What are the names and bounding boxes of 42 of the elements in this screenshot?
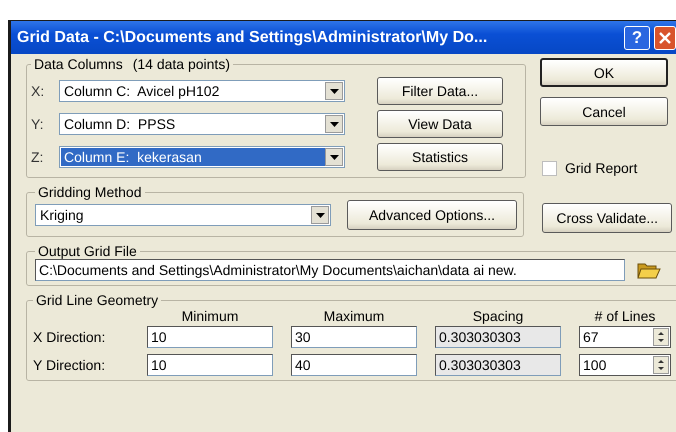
dialog-button[interactable]: OK bbox=[540, 58, 668, 87]
window-title: Grid Data - C:\Documents and Settings\Administrator\My Do... bbox=[17, 28, 488, 46]
checkbox[interactable] bbox=[542, 160, 557, 176]
close-icon bbox=[658, 30, 672, 44]
dropdown-value: Kriging bbox=[39, 206, 85, 224]
group-label: Output Grid File bbox=[38, 243, 137, 259]
group-label: Gridding Method bbox=[38, 184, 142, 200]
dropdown-value: Column E: kekerasan bbox=[61, 148, 325, 166]
method-dropdown[interactable]: Kriging bbox=[35, 204, 331, 226]
column-header: Spacing bbox=[472, 308, 524, 324]
file-path-field[interactable]: C:\Documents and Settings\Administrator\My Documents\aichan\data ai new. bbox=[35, 259, 625, 281]
spacing-field: 0.303030303 bbox=[435, 326, 561, 348]
spacing-field: 0.303030303 bbox=[435, 354, 561, 376]
dropdown-value: Column C: Avicel pH102 bbox=[63, 82, 220, 100]
minimum-field[interactable]: 10 bbox=[147, 354, 273, 376]
group-label: Data Columns bbox=[34, 56, 123, 72]
dialog-button[interactable]: Statistics bbox=[377, 143, 503, 171]
column-header: # of Lines bbox=[594, 308, 656, 324]
column-header: Minimum bbox=[180, 308, 240, 324]
column-header: Maximum bbox=[322, 308, 386, 324]
dialog-button[interactable]: Cancel bbox=[540, 97, 668, 126]
dropdown-value: Column D: PPSS bbox=[63, 115, 176, 133]
checkbox-label: Grid Report bbox=[565, 160, 638, 176]
data-point-count: (14 data points) bbox=[132, 56, 230, 72]
minimum-field[interactable]: 10 bbox=[147, 326, 273, 348]
group-label: Grid Line Geometry bbox=[36, 292, 158, 308]
maximum-field[interactable]: 30 bbox=[291, 326, 417, 348]
column-dropdown[interactable]: Column D: PPSS bbox=[59, 113, 345, 135]
dialog-button[interactable]: Advanced Options... bbox=[347, 200, 517, 230]
column-dropdown[interactable]: Column C: Avicel pH102 bbox=[59, 80, 345, 102]
axis-label: X: bbox=[31, 83, 46, 99]
help-button[interactable]: ? bbox=[624, 26, 650, 50]
axis-label: Z: bbox=[31, 149, 44, 165]
dialog-button[interactable]: Filter Data... bbox=[377, 77, 503, 105]
dialog-button[interactable]: View Data bbox=[377, 110, 503, 138]
row-label: Y Direction: bbox=[33, 357, 106, 373]
column-dropdown[interactable]: Column E: kekerasan bbox=[59, 146, 345, 168]
row-label: X Direction: bbox=[33, 329, 106, 345]
maximum-field[interactable]: 40 bbox=[291, 354, 417, 376]
axis-label: Y: bbox=[31, 116, 44, 132]
dialog-button[interactable]: Cross Validate... bbox=[542, 202, 672, 232]
close-button[interactable] bbox=[654, 26, 676, 50]
